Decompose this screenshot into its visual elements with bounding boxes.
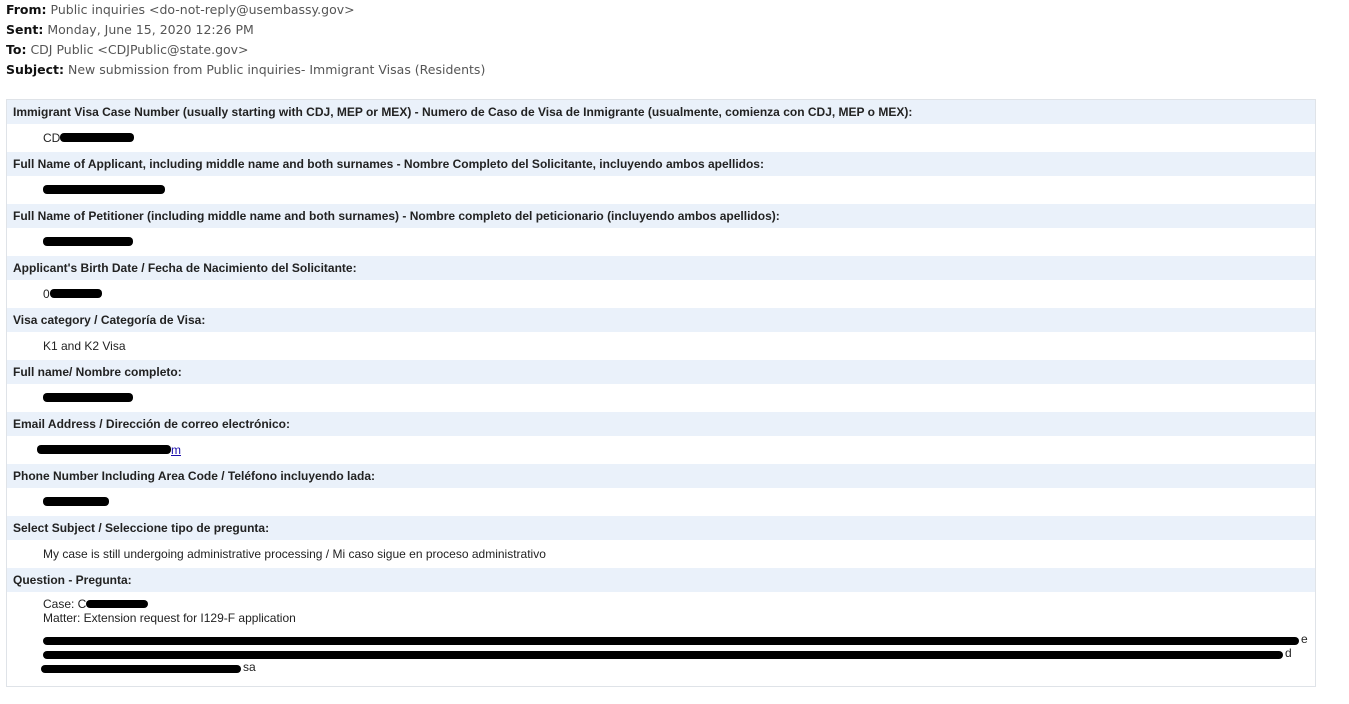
full-name-label: Full name/ Nombre completo: — [7, 360, 1315, 384]
case-number-text: CD — [43, 131, 61, 145]
email-link[interactable]: m — [171, 443, 181, 457]
redaction-bar — [43, 237, 133, 247]
redaction-bar — [43, 393, 133, 403]
redaction-bar — [60, 133, 135, 143]
sent-label: Sent: — [6, 22, 44, 37]
redaction-bar — [43, 637, 1299, 645]
redaction-bar — [86, 599, 149, 608]
from-line: From: Public inquiries <do-not-reply@usem… — [6, 0, 1336, 20]
from-value: Public inquiries <do-not-reply@usembassy… — [50, 2, 355, 17]
question-case-text: Case: C — [43, 597, 87, 611]
visa-category-value: K1 and K2 Visa — [43, 339, 126, 353]
email-header: From: Public inquiries <do-not-reply@usem… — [6, 0, 1336, 80]
full-name-value — [7, 384, 1315, 412]
question-line2-tail: d — [1285, 646, 1292, 660]
to-value: CDJ Public <CDJPublic@state.gov> — [30, 42, 249, 57]
redaction-bar — [41, 665, 241, 673]
redacted-paragraph: e d sa — [37, 632, 1315, 677]
redaction-bar — [49, 289, 102, 299]
applicant-name-value — [7, 176, 1315, 204]
subject-select-value: My case is still undergoing administrati… — [43, 547, 546, 561]
petitioner-name-value — [7, 228, 1315, 256]
subject-label: Subject: — [6, 62, 64, 77]
to-line: To: CDJ Public <CDJPublic@state.gov> — [6, 40, 1336, 60]
question-line3-tail: sa — [243, 660, 256, 674]
email-value[interactable]: m — [7, 436, 1315, 464]
to-label: To: — [6, 42, 27, 57]
submission-form: Immigrant Visa Case Number (usually star… — [6, 99, 1316, 687]
question-matter-line: Matter: Extension request for I129-F app… — [43, 611, 296, 625]
redaction-bar — [43, 651, 1283, 659]
email-label: Email Address / Dirección de correo elec… — [7, 412, 1315, 436]
question-case-line: Case: C — [43, 597, 1315, 611]
from-label: From: — [6, 2, 47, 17]
question-line1-tail: e — [1301, 632, 1308, 646]
sent-line: Sent: Monday, June 15, 2020 12:26 PM — [6, 20, 1336, 40]
birth-date-text: 0 — [43, 287, 50, 301]
question-value: Case: C Matter: Extension request for I1… — [7, 592, 1315, 677]
redaction-bar — [43, 497, 109, 507]
subject-line: Subject: New submission from Public inqui… — [6, 60, 1336, 80]
birth-date-value: 0 — [7, 280, 1315, 308]
case-number-label: Immigrant Visa Case Number (usually star… — [7, 100, 1315, 124]
question-label: Question - Pregunta: — [7, 568, 1315, 592]
redaction-bar — [43, 185, 165, 195]
phone-label: Phone Number Including Area Code / Teléf… — [7, 464, 1315, 488]
visa-category-label: Visa category / Categoría de Visa: — [7, 308, 1315, 332]
subject-select-label: Select Subject / Seleccione tipo de preg… — [7, 516, 1315, 540]
petitioner-name-label: Full Name of Petitioner (including middl… — [7, 204, 1315, 228]
case-number-value: CD — [7, 124, 1315, 152]
subject-value: New submission from Public inquiries- Im… — [68, 62, 486, 77]
birth-date-label: Applicant's Birth Date / Fecha de Nacimi… — [7, 256, 1315, 280]
redaction-bar — [37, 445, 171, 455]
applicant-name-label: Full Name of Applicant, including middle… — [7, 152, 1315, 176]
sent-value: Monday, June 15, 2020 12:26 PM — [47, 22, 254, 37]
phone-value — [7, 488, 1315, 516]
